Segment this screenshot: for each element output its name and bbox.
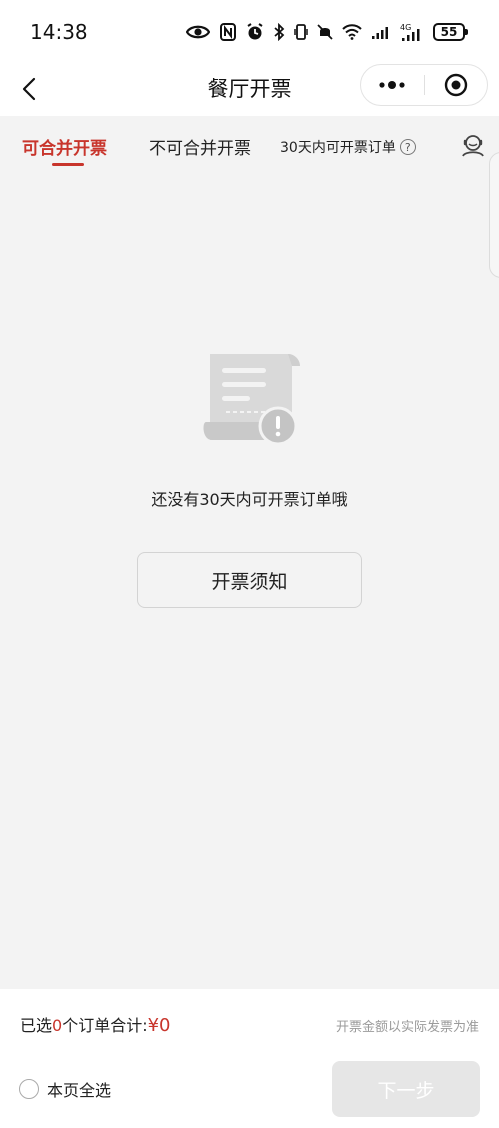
status-right-icons: 4G 55 (246, 20, 468, 44)
more-button[interactable] (361, 65, 424, 105)
selected-prefix: 已选 (20, 1016, 53, 1035)
vibrate-icon (294, 24, 308, 40)
battery-icon: 55 (433, 23, 468, 41)
selected-suffix: 个订单合计: (62, 1016, 148, 1035)
target-close-icon (444, 73, 467, 97)
invoice-notice-button[interactable]: 开票须知 (137, 552, 362, 608)
back-arrow-icon (22, 77, 36, 101)
signal-4g-icon: 4G (400, 23, 420, 41)
network-label: 4G (400, 23, 411, 32)
status-bar: 14:38 4G 55 (0, 0, 499, 62)
tabs-bar: 可合并开票 不可合并开票 30天内可开票订单 ? (0, 116, 499, 172)
alarm-icon (247, 23, 263, 40)
total-amount: ¥0 (147, 1015, 171, 1036)
eye-icon (186, 25, 210, 39)
status-left-icons (186, 20, 236, 44)
status-time: 14:38 (30, 20, 88, 44)
document-warning-icon (203, 354, 300, 446)
floating-side-tab[interactable] (489, 152, 499, 278)
back-button[interactable] (14, 70, 44, 108)
battery-level: 55 (440, 25, 458, 39)
empty-message: 还没有30天内可开票订单哦 (151, 490, 348, 509)
selected-count: 0 (52, 1016, 63, 1035)
radio-circle-icon (19, 1079, 39, 1099)
tab-30-day-orders-label: 30天内可开票订单 (280, 140, 396, 156)
customer-service-icon[interactable] (460, 132, 486, 158)
mini-program-capsule (360, 64, 488, 106)
order-summary: 已选 0 个订单合计: ¥0 (20, 1012, 171, 1036)
close-mini-program-button[interactable] (425, 65, 488, 105)
footer-bar: 已选 0 个订单合计: ¥0 开票金额以实际发票为准 本页全选 下一步 (0, 989, 499, 1128)
signal-icon (372, 27, 388, 39)
nfc-icon (220, 23, 236, 41)
nav-bar: 餐厅开票 (0, 62, 499, 116)
tab-non-mergeable[interactable]: 不可合并开票 (149, 134, 251, 159)
help-icon[interactable]: ? (399, 139, 416, 155)
active-tab-indicator (52, 163, 84, 166)
mute-icon (317, 24, 333, 40)
tab-mergeable[interactable]: 可合并开票 (22, 134, 107, 159)
invoice-amount-note: 开票金额以实际发票为准 (335, 1020, 479, 1035)
more-dots-icon (379, 81, 405, 89)
bluetooth-icon (274, 23, 285, 41)
next-step-button[interactable]: 下一步 (332, 1061, 480, 1117)
wifi-icon (342, 24, 362, 40)
select-all-label: 本页全选 (47, 1081, 112, 1100)
select-all-checkbox[interactable]: 本页全选 (19, 1077, 111, 1101)
tab-30-day-orders[interactable]: 30天内可开票订单 ? (280, 137, 416, 157)
